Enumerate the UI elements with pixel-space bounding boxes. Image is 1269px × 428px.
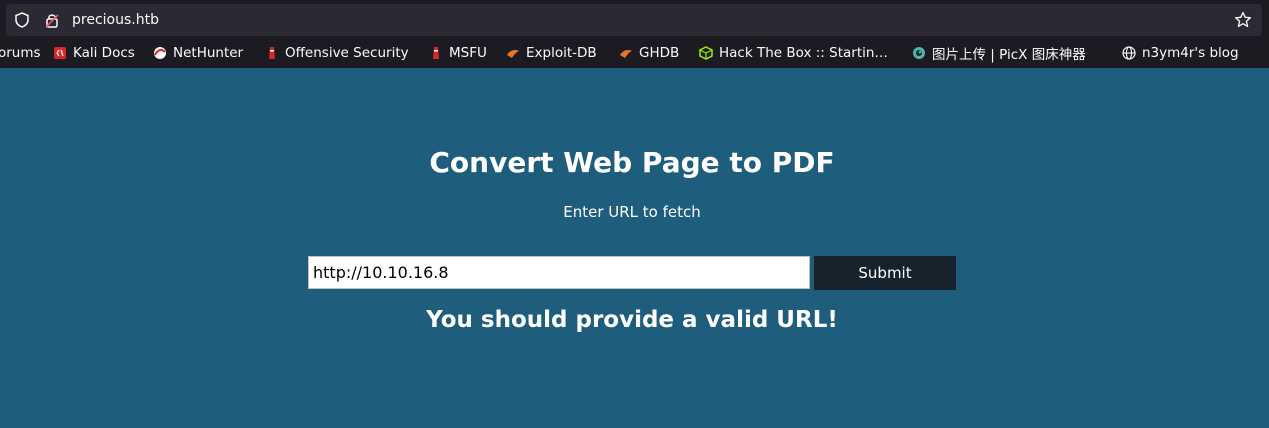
bookmarks-toolbar: orums Kali Docs NetHunter Offensive Secu… [0, 40, 1269, 66]
ghdb-icon [620, 50, 632, 58]
bookmark-label: orums [0, 45, 41, 61]
bookmark-nethunter[interactable]: NetHunter [153, 44, 243, 62]
bookmark-msfu[interactable]: MSFU [429, 44, 487, 62]
bookmark-label: n3ym4r's blog [1142, 45, 1239, 61]
bookmark-star-icon[interactable] [1234, 11, 1252, 29]
exploit-db-icon [507, 50, 519, 58]
browser-chrome: precious.htb orums Kali Docs NetHunter O… [0, 0, 1269, 68]
page-subtitle: Enter URL to fetch [563, 203, 701, 221]
url-input[interactable] [308, 256, 810, 289]
bookmark-picx[interactable]: 图片上传 | PicX 图床神器 [912, 44, 1086, 63]
bookmark-exploit-db[interactable]: Exploit-DB [506, 44, 597, 62]
submit-button[interactable]: Submit [814, 256, 956, 290]
shield-icon[interactable] [14, 12, 30, 28]
error-message: You should provide a valid URL! [426, 307, 838, 333]
offsec-icon [269, 47, 275, 59]
bookmark-label: MSFU [449, 45, 487, 61]
bookmark-hackthebox[interactable]: Hack The Box :: Startin… [699, 44, 888, 62]
bookmark-label: 图片上传 | PicX 图床神器 [932, 47, 1086, 63]
page-content [0, 68, 1269, 428]
bookmark-ghdb[interactable]: GHDB [619, 44, 679, 62]
bookmark-label: GHDB [639, 45, 680, 61]
bookmark-label: NetHunter [173, 45, 244, 61]
bookmark-label: Exploit-DB [526, 45, 597, 61]
bookmark-label: Hack The Box :: Startin… [719, 45, 888, 61]
hackthebox-icon [699, 46, 713, 60]
address-bar[interactable]: precious.htb [6, 4, 1262, 36]
kali-docs-icon [54, 47, 66, 59]
bookmark-offensive-security[interactable]: Offensive Security [265, 44, 409, 62]
bookmark-kali-docs[interactable]: Kali Docs [53, 44, 135, 62]
page-title: Convert Web Page to PDF [429, 146, 835, 179]
bookmark-blog[interactable]: n3ym4r's blog [1122, 44, 1239, 62]
globe-icon [1122, 46, 1136, 60]
bookmark-label: Offensive Security [285, 45, 409, 61]
bookmark-label: Kali Docs [73, 45, 135, 61]
picx-icon [913, 47, 925, 59]
insecure-lock-icon[interactable] [44, 12, 60, 28]
bookmark-forums[interactable]: orums [0, 44, 41, 62]
msfu-icon [433, 47, 439, 59]
nethunter-icon [154, 47, 166, 59]
url-text[interactable]: precious.htb [72, 11, 159, 29]
